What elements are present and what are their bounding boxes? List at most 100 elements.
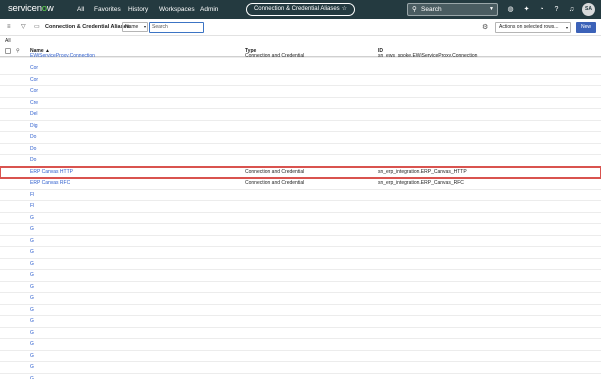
chevron-down-icon: ▾ — [565, 25, 568, 30]
hamburger-menu-icon[interactable]: ≡ — [7, 23, 11, 32]
table-row[interactable]: G — [0, 282, 601, 293]
table-row[interactable]: G — [0, 259, 601, 270]
notifications-icon[interactable]: ♫ — [567, 5, 576, 14]
row-name-link[interactable]: G — [30, 330, 240, 337]
list-header: ≡ ▽ ▭ Connection & Credential Aliases Na… — [0, 19, 601, 36]
row-type: Connection and Credential — [245, 180, 305, 186]
row-name-link[interactable]: G — [30, 364, 240, 371]
nav-workspaces[interactable]: Workspaces — [159, 5, 195, 14]
row-id: sn_ews_spoke.EWiServiceProxy.Connection — [378, 53, 478, 58]
table-row[interactable]: G — [0, 224, 601, 236]
actions-select[interactable]: Actions on selected rows... ▾ — [495, 22, 571, 33]
row-name-link[interactable]: G — [30, 341, 240, 348]
chevron-down-icon[interactable]: ▼ — [489, 4, 494, 15]
row-name-link[interactable]: G — [30, 272, 240, 279]
row-id: sn_erp_integration.ERP_Canvas_HTTP — [378, 168, 467, 175]
table-row[interactable]: Cre — [0, 98, 601, 109]
table-row[interactable]: G — [0, 293, 601, 305]
row-type: Connection and Credential — [245, 53, 305, 58]
global-search-placeholder: Search — [421, 6, 442, 13]
table-row[interactable]: Dig — [0, 121, 601, 132]
table-row[interactable]: G — [0, 247, 601, 259]
new-button[interactable]: New — [576, 22, 596, 33]
row-name-link[interactable]: ERP Canvas HTTP — [30, 169, 240, 176]
row-name-link[interactable]: Do — [30, 146, 240, 153]
row-name-link[interactable]: G — [30, 226, 240, 233]
help-icon[interactable]: ? — [552, 5, 561, 14]
table-row[interactable]: EWiServiceProxy.Connection Connection and… — [0, 51, 601, 58]
table-row[interactable]: G — [0, 339, 601, 351]
row-name-link[interactable]: Fl — [30, 203, 240, 210]
row-name-link[interactable]: G — [30, 318, 240, 325]
row-name-link[interactable]: Cor — [30, 65, 240, 72]
row-name-link[interactable]: Dig — [30, 123, 240, 130]
table-row[interactable]: G — [0, 351, 601, 362]
context-pill[interactable]: Connection & Credential Aliases ☆ — [246, 3, 355, 16]
table-row[interactable]: G — [0, 316, 601, 328]
row-name-link[interactable]: G — [30, 295, 240, 302]
table-row[interactable]: Cor — [0, 75, 601, 86]
row-type: Connection and Credential — [245, 168, 305, 175]
table-row[interactable]: G — [0, 236, 601, 247]
table-row[interactable]: Cor — [0, 63, 601, 75]
row-name-link[interactable]: G — [30, 238, 240, 245]
top-navigation-bar: servicenow All Favorites History Workspa… — [0, 0, 601, 19]
list-title: Connection & Credential Aliases — [45, 24, 130, 30]
row-name-link[interactable]: ERP Canvas RFC — [30, 180, 240, 187]
row-name-link[interactable]: Cre — [30, 100, 240, 107]
table-row[interactable]: Fl — [0, 190, 601, 201]
actions-select-value: Actions on selected rows... — [499, 24, 559, 30]
row-name-link[interactable]: Cor — [30, 88, 240, 95]
search-icon: ⚲ — [412, 6, 417, 13]
row-id: sn_erp_integration.ERP_Canvas_RFC — [378, 180, 464, 186]
nav-all[interactable]: All — [77, 5, 84, 14]
chevron-down-icon: ▾ — [143, 24, 146, 29]
comment-icon[interactable]: ▭ — [34, 23, 40, 32]
avatar[interactable]: SA — [582, 3, 595, 16]
row-name-link[interactable]: G — [30, 261, 240, 268]
globe-icon[interactable]: ◍ — [506, 5, 515, 14]
breadcrumb[interactable]: All — [5, 38, 11, 45]
table-row[interactable]: Del — [0, 109, 601, 121]
field-select-value: Name — [125, 24, 139, 30]
table-row[interactable]: Cor — [0, 86, 601, 98]
search-field-select[interactable]: Name ▾ — [122, 22, 148, 32]
chat-icon[interactable]: ◔ — [537, 5, 546, 14]
star-icon[interactable]: ☆ — [342, 6, 347, 12]
row-name-link[interactable]: EWiServiceProxy.Connection — [30, 53, 240, 57]
row-name-link[interactable]: Cor — [30, 77, 240, 84]
table-row[interactable]: Do — [0, 144, 601, 155]
sparkle-icon[interactable]: ✦ — [522, 5, 531, 14]
table-row[interactable]: Do — [0, 155, 601, 167]
table-row[interactable]: G — [0, 270, 601, 282]
gear-icon[interactable]: ⚙ — [482, 23, 488, 32]
search-placeholder: Search — [152, 24, 168, 30]
table-row[interactable]: Do — [0, 132, 601, 144]
table-row[interactable]: G — [0, 305, 601, 316]
filter-icon[interactable]: ▽ — [21, 23, 26, 32]
table-row[interactable]: ERP Canvas HTTP Connection and Credential… — [0, 165, 601, 179]
row-name-link[interactable]: Fl — [30, 192, 240, 199]
row-name-link[interactable]: Do — [30, 134, 240, 141]
row-name-link[interactable]: G — [30, 249, 240, 256]
servicenow-logo[interactable]: servicenow — [8, 3, 54, 15]
global-search[interactable]: ⚲ Search ▼ — [407, 3, 498, 16]
row-name-link[interactable]: G — [30, 284, 240, 291]
table-row[interactable]: ERP Canvas RFC Connection and Credential s… — [0, 178, 601, 190]
row-name-link[interactable]: G — [30, 215, 240, 222]
row-name-link[interactable]: G — [30, 376, 240, 379]
row-name-link[interactable]: G — [30, 307, 240, 314]
row-name-link[interactable]: Del — [30, 111, 240, 118]
table-row[interactable]: G — [0, 328, 601, 339]
nav-favorites[interactable]: Favorites — [94, 5, 121, 14]
table-row[interactable]: G — [0, 213, 601, 224]
table-row[interactable]: G — [0, 374, 601, 379]
row-name-link[interactable]: G — [30, 353, 240, 360]
table-row[interactable]: Fl — [0, 201, 601, 213]
row-name-link[interactable]: Do — [30, 157, 240, 164]
context-pill-label: Connection & Credential Aliases — [253, 6, 340, 12]
nav-history[interactable]: History — [128, 5, 148, 14]
list-search-input[interactable]: Search — [149, 22, 204, 33]
table-row[interactable]: G — [0, 362, 601, 374]
nav-admin[interactable]: Admin — [200, 5, 218, 14]
